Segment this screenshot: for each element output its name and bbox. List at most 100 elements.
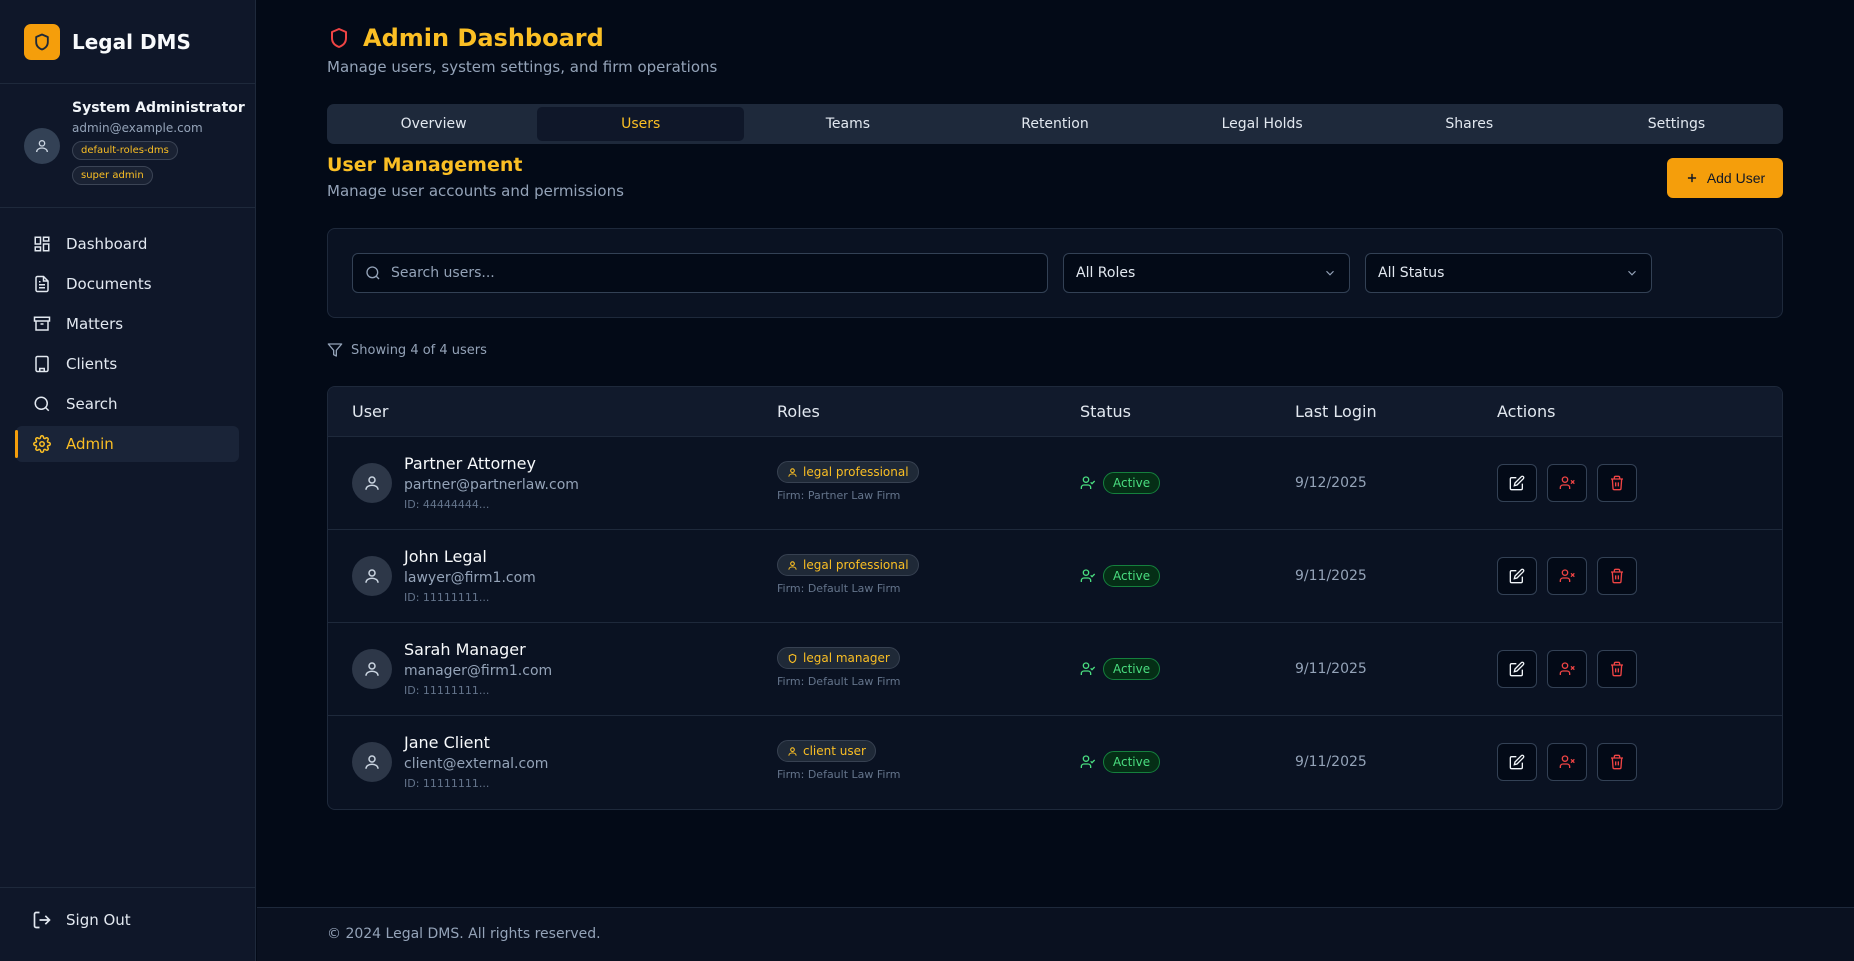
status-filter-select[interactable]: All Status (1365, 253, 1652, 293)
section-subtitle: Manage user accounts and permissions (327, 182, 624, 200)
user-x-icon (1559, 475, 1575, 491)
tab-shares[interactable]: Shares (1366, 107, 1573, 141)
add-user-button[interactable]: Add User (1667, 158, 1783, 198)
shield-icon (327, 26, 351, 50)
firm-label: Firm: Partner Law Firm (777, 489, 901, 502)
tab-users[interactable]: Users (537, 107, 745, 141)
tab-overview[interactable]: Overview (330, 107, 537, 141)
trash-icon (1609, 754, 1625, 770)
user-x-icon (1559, 754, 1575, 770)
page-subtitle: Manage users, system settings, and firm … (327, 58, 718, 76)
shield-icon (24, 23, 60, 60)
sidebar-item-search[interactable]: Search (16, 386, 239, 422)
table-header: User Roles Status Last Login Actions (328, 387, 1782, 437)
column-header-user: User (352, 402, 389, 421)
role-badge: client user (777, 740, 876, 762)
sidebar-item-documents[interactable]: Documents (16, 266, 239, 302)
delete-user-button[interactable] (1597, 650, 1637, 688)
edit-icon (1509, 754, 1525, 770)
user-email: manager@firm1.com (404, 663, 553, 679)
sidebar-item-label: Admin (66, 435, 114, 453)
footer: © 2024 Legal DMS. All rights reserved. (257, 907, 1854, 961)
user-name: John Legal (404, 547, 487, 566)
sign-out-button[interactable]: Sign Out (32, 910, 131, 930)
user-email: lawyer@firm1.com (404, 570, 536, 586)
edit-user-button[interactable] (1497, 464, 1537, 502)
user-id: ID: 44444444... (404, 498, 490, 511)
sign-out-label: Sign Out (66, 911, 131, 929)
tab-settings[interactable]: Settings (1573, 107, 1780, 141)
deactivate-user-button[interactable] (1547, 743, 1587, 781)
delete-user-button[interactable] (1597, 464, 1637, 502)
sidebar-item-dashboard[interactable]: Dashboard (16, 226, 239, 262)
role-label: client user (803, 744, 866, 758)
user-x-icon (1559, 661, 1575, 677)
sidebar-item-label: Documents (66, 275, 152, 293)
user-icon (787, 746, 798, 757)
sidebar-item-label: Search (66, 395, 118, 413)
page-header: Admin Dashboard (327, 24, 604, 52)
sidebar-item-clients[interactable]: Clients (16, 346, 239, 382)
status-badge: Active (1103, 658, 1161, 680)
delete-user-button[interactable] (1597, 557, 1637, 595)
tab-legal-holds[interactable]: Legal Holds (1159, 107, 1366, 141)
sidebar: Legal DMS System Administrator admin@exa… (0, 0, 256, 961)
copyright-text: © 2024 Legal DMS. All rights reserved. (327, 926, 601, 942)
document-icon (32, 274, 52, 294)
delete-user-button[interactable] (1597, 743, 1637, 781)
trash-icon (1609, 661, 1625, 677)
user-id: ID: 11111111... (404, 591, 490, 604)
table-row[interactable]: Sarah Manager manager@firm1.com ID: 1111… (328, 623, 1782, 716)
brand[interactable]: Legal DMS (0, 0, 255, 84)
status-filter-value: All Status (1378, 265, 1445, 281)
table-row[interactable]: John Legal lawyer@firm1.com ID: 11111111… (328, 530, 1782, 623)
last-login: 9/11/2025 (1295, 661, 1367, 677)
user-name: Sarah Manager (404, 640, 526, 659)
sidebar-item-admin[interactable]: Admin (15, 426, 239, 462)
column-header-last-login: Last Login (1295, 402, 1377, 421)
sidebar-item-matters[interactable]: Matters (16, 306, 239, 342)
app-name: Legal DMS (72, 29, 191, 54)
sidebar-item-label: Dashboard (66, 235, 148, 253)
table-row[interactable]: Partner Attorney partner@partnerlaw.com … (328, 437, 1782, 530)
status-badge: Active (1103, 565, 1161, 587)
firm-label: Firm: Default Law Firm (777, 675, 901, 688)
archive-icon (32, 314, 52, 334)
tab-teams[interactable]: Teams (744, 107, 951, 141)
deactivate-user-button[interactable] (1547, 464, 1587, 502)
sidebar-item-label: Clients (66, 355, 118, 373)
edit-user-button[interactable] (1497, 557, 1537, 595)
filter-card: All Roles All Status (327, 228, 1783, 318)
user-name: Partner Attorney (404, 454, 536, 473)
role-badge: legal manager (777, 647, 900, 669)
edit-user-button[interactable] (1497, 743, 1537, 781)
search-box[interactable] (352, 253, 1048, 293)
role-chip: default-roles-dms (72, 141, 178, 160)
search-icon (32, 394, 52, 414)
role-filter-select[interactable]: All Roles (1063, 253, 1350, 293)
profile-name: System Administrator (72, 100, 245, 116)
add-user-label: Add User (1706, 170, 1766, 186)
table-row[interactable]: Jane Client client@external.com ID: 1111… (328, 716, 1782, 809)
tab-retention[interactable]: Retention (951, 107, 1158, 141)
avatar (352, 556, 392, 596)
deactivate-user-button[interactable] (1547, 650, 1587, 688)
dashboard-icon (32, 234, 52, 254)
search-input[interactable] (391, 265, 991, 281)
edit-user-button[interactable] (1497, 650, 1537, 688)
user-check-icon (1080, 475, 1096, 491)
deactivate-user-button[interactable] (1547, 557, 1587, 595)
results-count-text: Showing 4 of 4 users (351, 342, 487, 358)
user-check-icon (1080, 568, 1096, 584)
plus-icon (1685, 171, 1699, 185)
sidebar-footer: Sign Out (0, 887, 256, 961)
firm-label: Firm: Default Law Firm (777, 768, 901, 781)
role-label: legal professional (803, 558, 909, 572)
user-x-icon (1559, 568, 1575, 584)
sidebar-item-label: Matters (66, 315, 124, 333)
user-name: Jane Client (404, 733, 490, 752)
sidebar-nav: Dashboard Documents Matters Clients Sear… (0, 208, 255, 462)
last-login: 9/11/2025 (1295, 568, 1367, 584)
firm-label: Firm: Default Law Firm (777, 582, 901, 595)
avatar (24, 128, 60, 164)
